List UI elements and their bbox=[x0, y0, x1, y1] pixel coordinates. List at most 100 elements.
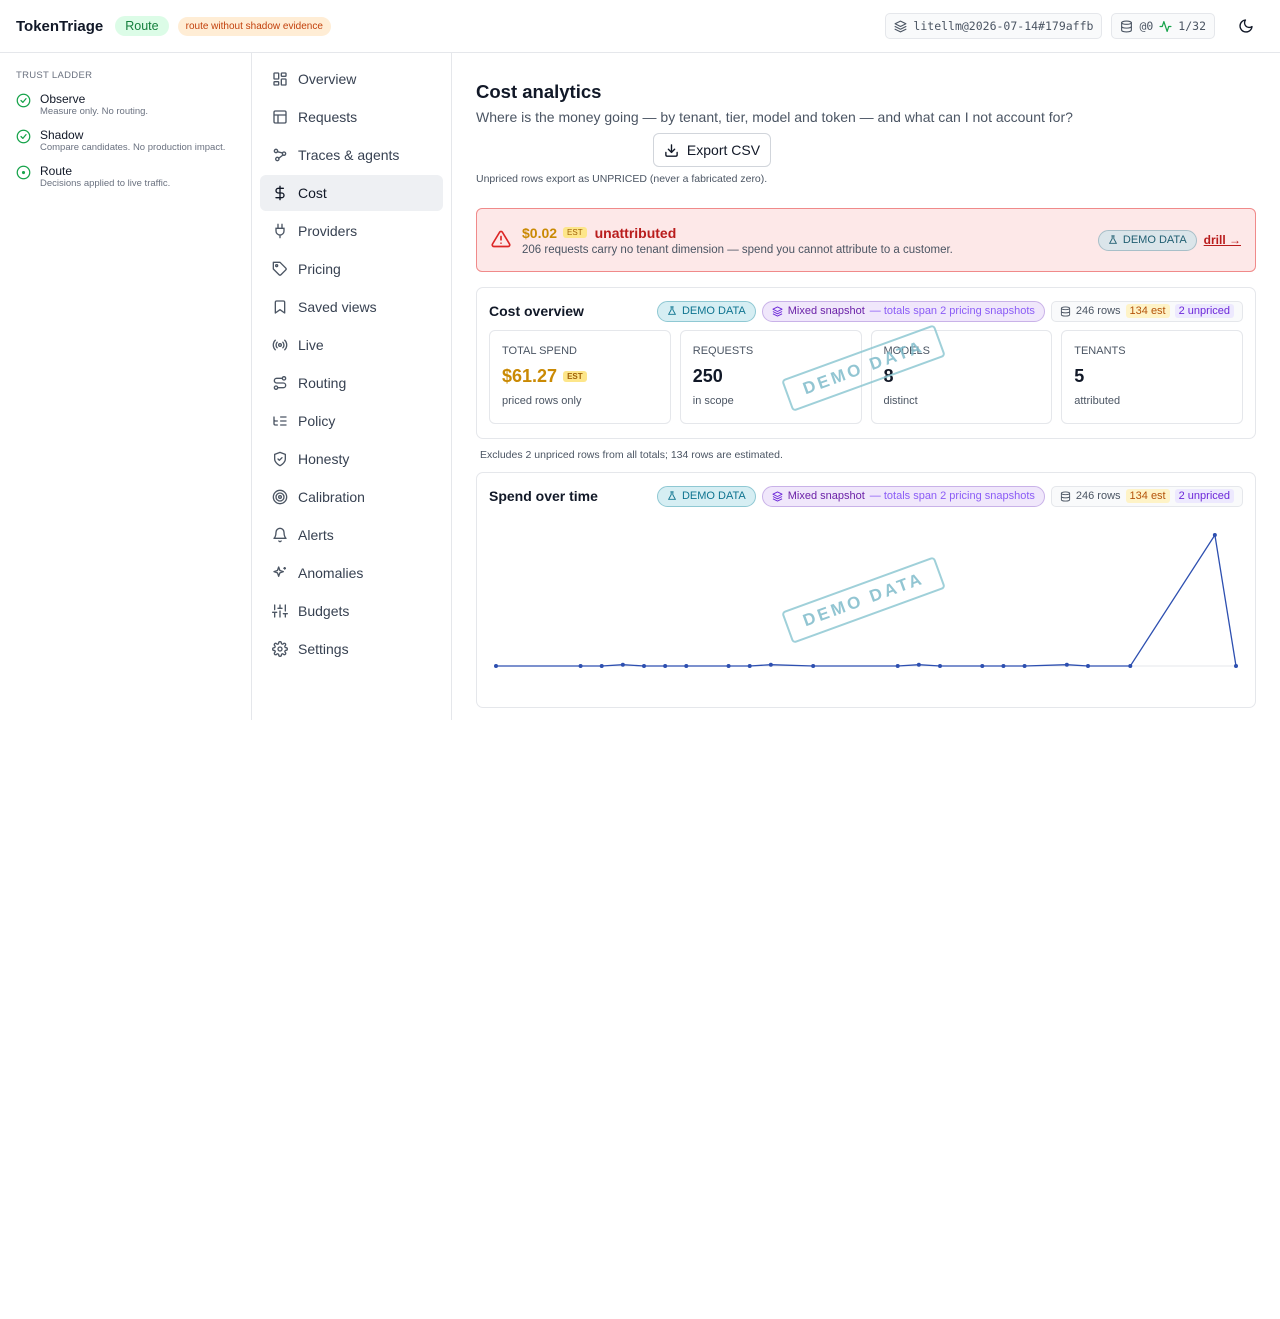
est-badge: EST bbox=[563, 227, 587, 238]
stat-models: MODELS 8 distinct bbox=[870, 330, 1053, 424]
nav-item-pricing[interactable]: Pricing bbox=[260, 251, 443, 287]
export-note: Unpriced rows export as UNPRICED (never … bbox=[476, 173, 768, 185]
mixed-strong: Mixed snapshot bbox=[787, 305, 865, 317]
nav-item-honesty[interactable]: Honesty bbox=[260, 441, 443, 477]
spend-point[interactable] bbox=[578, 664, 583, 668]
spend-point[interactable] bbox=[938, 664, 942, 668]
nav-item-settings[interactable]: Settings bbox=[260, 631, 443, 667]
export-csv-button[interactable]: Export CSV bbox=[653, 133, 771, 167]
spend-series-line bbox=[496, 533, 1237, 667]
nav-item-policy[interactable]: Policy bbox=[260, 403, 443, 439]
header-right: litellm@2026-07-14#179affb @0 1/32 bbox=[885, 13, 1260, 39]
nav-item-routing[interactable]: Routing bbox=[260, 365, 443, 401]
rows-count: 246 rows bbox=[1075, 490, 1121, 502]
bookmark-icon bbox=[274, 300, 286, 314]
stat-sub: priced rows only bbox=[502, 395, 582, 407]
warning-badge: route without shadow evidence bbox=[177, 16, 331, 36]
spend-point[interactable] bbox=[811, 664, 816, 668]
nav-label: Saved views bbox=[298, 299, 377, 315]
spend-point[interactable] bbox=[980, 664, 985, 668]
nav-item-anomalies[interactable]: Anomalies bbox=[260, 555, 443, 591]
spend-point[interactable] bbox=[1022, 664, 1027, 668]
ladder-name: Observe bbox=[40, 92, 86, 106]
nav-item-alerts[interactable]: Alerts bbox=[260, 517, 443, 553]
spend-point[interactable] bbox=[494, 664, 498, 668]
unpriced-count: 2 unpriced bbox=[1174, 489, 1234, 503]
spend-point[interactable] bbox=[599, 664, 604, 668]
spend-point[interactable] bbox=[642, 664, 646, 668]
nav-item-saved-views[interactable]: Saved views bbox=[260, 289, 443, 325]
spend-point[interactable] bbox=[1064, 662, 1069, 667]
nav-label: Providers bbox=[298, 223, 358, 239]
spend-point[interactable] bbox=[916, 662, 921, 667]
stat-value: 250 bbox=[692, 366, 723, 386]
stat-total-spend: TOTAL SPEND $61.27 EST priced rows only bbox=[489, 330, 671, 424]
main-content: Cost analytics Where is the money going … bbox=[476, 53, 1256, 708]
spend-point[interactable] bbox=[726, 664, 731, 668]
alert-body: $0.02 EST unattributed 206 requests carr… bbox=[522, 225, 953, 256]
page-subtitle: Where is the money going — by tenant, ti… bbox=[476, 109, 1073, 125]
nav-label: Overview bbox=[298, 71, 357, 87]
nav-item-traces[interactable]: Traces & agents bbox=[260, 137, 443, 173]
flask-icon bbox=[1108, 235, 1117, 244]
ladder-name: Route bbox=[40, 164, 73, 178]
demo-label: DEMO DATA bbox=[681, 305, 746, 317]
alert-actions: DEMO DATA drill → bbox=[1097, 229, 1241, 251]
health-label: 1/32 bbox=[1178, 19, 1206, 33]
spend-point[interactable] bbox=[1086, 664, 1090, 668]
layers-icon bbox=[772, 490, 783, 502]
stat-label: TENANTS bbox=[1074, 345, 1126, 357]
flask-icon bbox=[667, 306, 677, 315]
exclusion-note: Excludes 2 unpriced rows from all totals… bbox=[480, 449, 783, 461]
nav-label: Calibration bbox=[298, 489, 365, 505]
top-header: TokenTriage Route route without shadow e… bbox=[0, 0, 1280, 53]
nav-item-overview[interactable]: Overview bbox=[260, 61, 443, 97]
theme-toggle-button[interactable] bbox=[1232, 13, 1260, 39]
spend-point[interactable] bbox=[684, 664, 689, 668]
snapshot-chip[interactable]: litellm@2026-07-14#179affb bbox=[885, 13, 1103, 39]
spend-point[interactable] bbox=[1001, 664, 1006, 668]
nav-item-providers[interactable]: Providers bbox=[260, 213, 443, 249]
stat-sub: in scope bbox=[692, 395, 734, 407]
nav-item-calibration[interactable]: Calibration bbox=[260, 479, 443, 515]
nav-label: Budgets bbox=[298, 603, 350, 619]
export-label: Export CSV bbox=[686, 142, 761, 158]
database-icon bbox=[1060, 490, 1070, 502]
download-icon bbox=[665, 143, 678, 157]
database-icon bbox=[1060, 305, 1070, 317]
spend-point[interactable] bbox=[620, 662, 625, 667]
ladder-name: Shadow bbox=[40, 128, 84, 142]
sparkles-icon bbox=[273, 566, 286, 577]
nav-label: Pricing bbox=[298, 261, 341, 277]
demo-label: DEMO DATA bbox=[1122, 234, 1187, 246]
spend-point[interactable] bbox=[747, 664, 752, 668]
spend-point[interactable] bbox=[1128, 664, 1133, 668]
stat-label: REQUESTS bbox=[692, 345, 754, 357]
stat-label: TOTAL SPEND bbox=[502, 345, 577, 357]
app-brand[interactable]: TokenTriage bbox=[16, 18, 103, 35]
spend-point[interactable] bbox=[663, 664, 668, 668]
target-icon bbox=[272, 489, 288, 505]
spend-point[interactable] bbox=[1234, 664, 1238, 668]
status-chip[interactable]: @0 1/32 bbox=[1111, 13, 1215, 39]
spend-point[interactable] bbox=[768, 662, 773, 667]
plug-icon bbox=[275, 223, 285, 239]
rows-chip: 246 rows 134 est 2 unpriced bbox=[1050, 300, 1243, 322]
layers-icon bbox=[894, 20, 907, 32]
spend-point[interactable] bbox=[895, 664, 900, 668]
nav-label: Live bbox=[298, 337, 324, 353]
nav-item-live[interactable]: Live bbox=[260, 327, 443, 363]
check-circle-icon bbox=[16, 93, 31, 108]
mixed-snapshot-badge: Mixed snapshot — totals span 2 pricing s… bbox=[761, 485, 1045, 507]
nav-item-cost[interactable]: Cost bbox=[260, 175, 443, 211]
spend-point[interactable] bbox=[1212, 533, 1217, 537]
table-icon bbox=[273, 110, 287, 124]
alert-description: 206 requests carry no tenant dimension —… bbox=[522, 243, 953, 256]
est-count: 134 est bbox=[1125, 304, 1170, 318]
drill-link[interactable]: drill → bbox=[1204, 233, 1241, 247]
spend-chart bbox=[489, 517, 1245, 697]
est-badge: EST bbox=[563, 371, 587, 382]
nav-item-requests[interactable]: Requests bbox=[260, 99, 443, 135]
nav-item-budgets[interactable]: Budgets bbox=[260, 593, 443, 629]
demo-data-badge: DEMO DATA bbox=[1097, 229, 1197, 251]
